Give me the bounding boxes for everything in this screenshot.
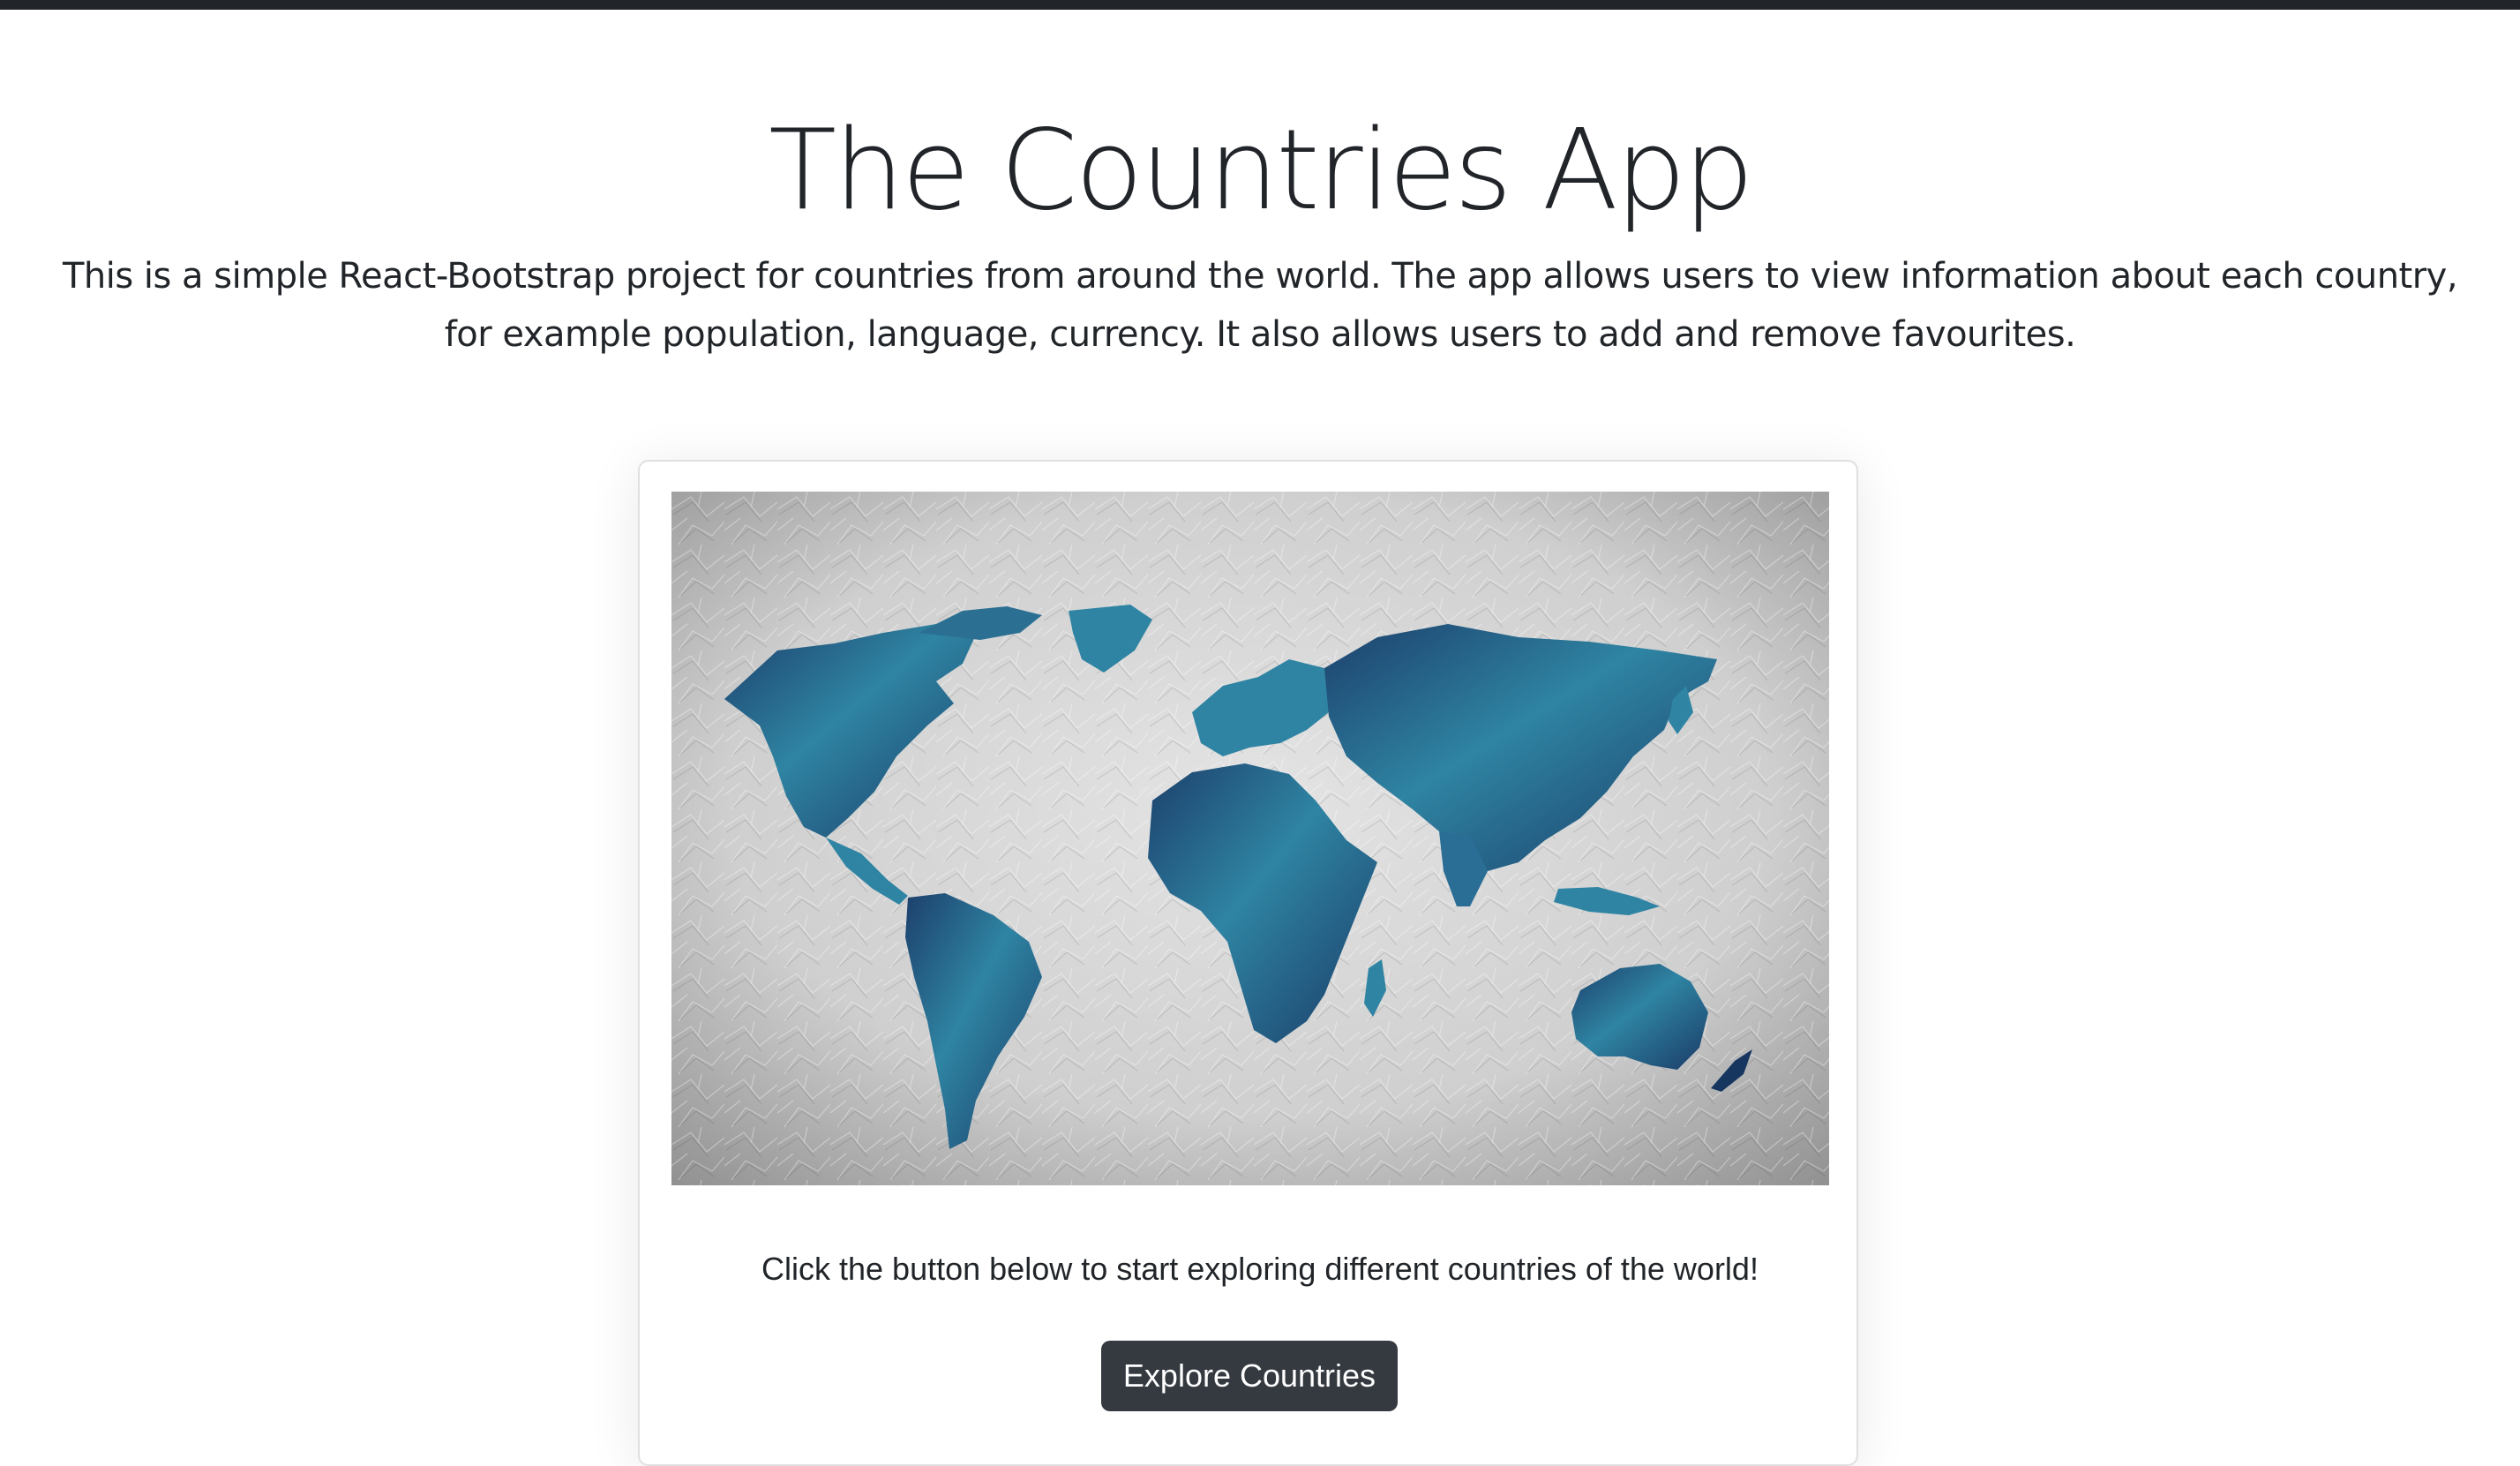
explore-card	[638, 460, 1858, 1466]
intro-paragraph: This is a simple React-Bootstrap project…	[62, 256, 2458, 355]
card-prompt-text: Click the button below to start explorin…	[761, 1251, 1759, 1287]
page-title: The Countries App	[769, 105, 1754, 235]
explore-countries-button[interactable]: Explore Countries	[1101, 1341, 1398, 1411]
top-nav-bar	[0, 0, 2520, 10]
world-map-image	[671, 492, 1829, 1185]
